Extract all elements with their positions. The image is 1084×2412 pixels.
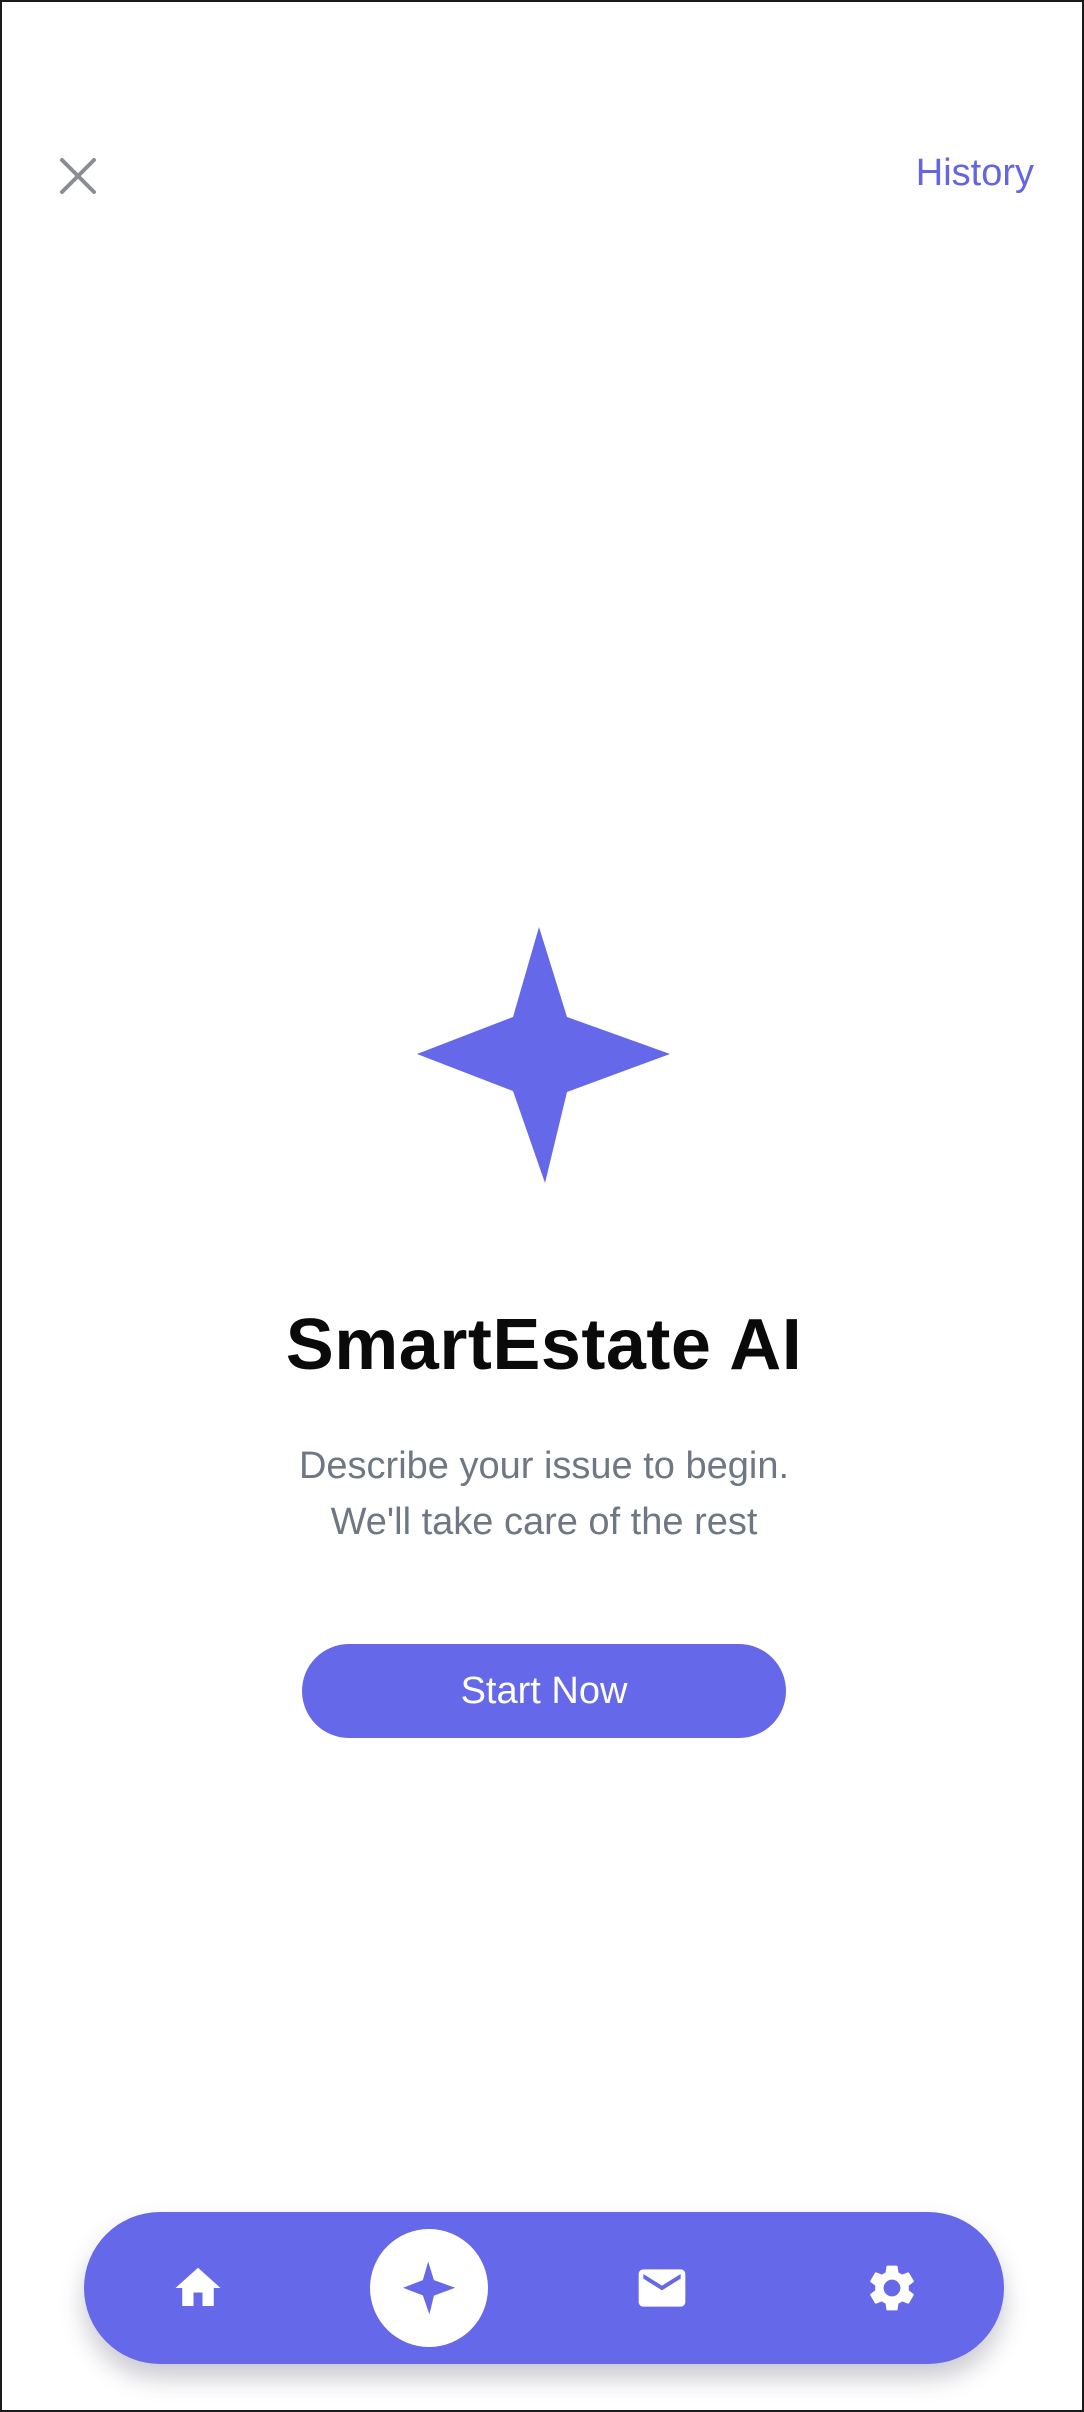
home-icon bbox=[175, 2267, 221, 2306]
subtitle-line-1: Describe your issue to begin. bbox=[298, 1445, 790, 1487]
sparkle-star-icon bbox=[417, 927, 670, 1183]
app-screen: History SmartEstate AI Describe your iss… bbox=[0, 0, 1084, 2412]
bottom-nav-bar bbox=[84, 2212, 1004, 2364]
subtitle: Describe your issue to begin. We'll take… bbox=[2, 1438, 1084, 1550]
start-now-button[interactable]: Start Now bbox=[302, 1644, 786, 1738]
subtitle-line-2: We'll take care of the rest bbox=[330, 1501, 758, 1543]
mail-icon bbox=[638, 2269, 686, 2307]
nav-active-indicator bbox=[370, 2229, 488, 2347]
page-title: SmartEstate AI bbox=[285, 1305, 803, 1385]
gear-icon bbox=[870, 2265, 914, 2311]
nav-item-ai-assistant[interactable] bbox=[369, 2212, 489, 2364]
nav-item-settings[interactable] bbox=[832, 2212, 952, 2364]
close-button[interactable] bbox=[52, 150, 104, 202]
history-link[interactable]: History bbox=[916, 148, 1034, 198]
close-icon bbox=[60, 158, 96, 194]
sparkle-star-icon bbox=[403, 2261, 456, 2315]
nav-item-home[interactable] bbox=[138, 2212, 258, 2364]
nav-item-messages[interactable] bbox=[602, 2212, 722, 2364]
